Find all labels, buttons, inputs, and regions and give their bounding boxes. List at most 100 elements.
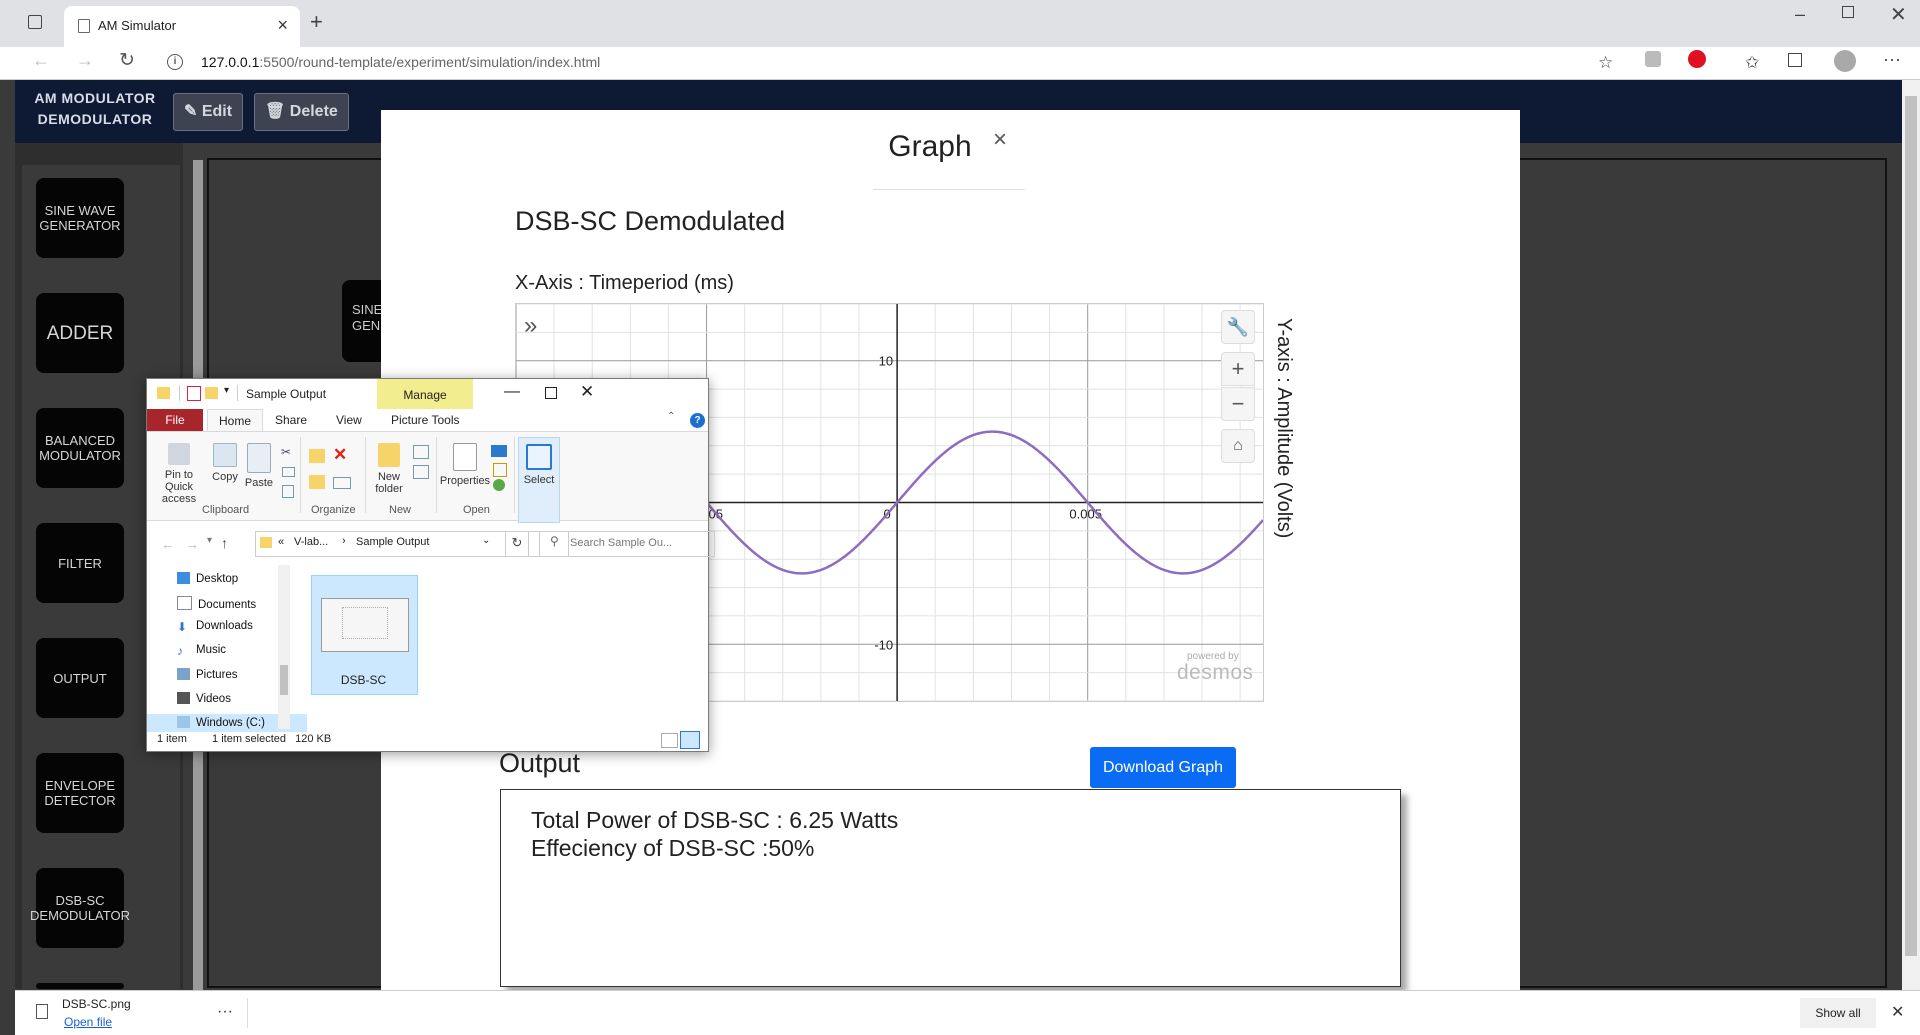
download-more-icon[interactable]: ··· <box>217 1003 233 1021</box>
profile-avatar[interactable] <box>1834 50 1856 72</box>
favorite-star-icon[interactable]: ☆ <box>1598 53 1613 73</box>
open-file-link[interactable]: Open file <box>64 1015 112 1029</box>
component-output[interactable]: OUTPUT <box>36 638 124 718</box>
drive-icon <box>177 716 190 728</box>
favorites-icon[interactable]: ✩ <box>1745 53 1759 73</box>
zoom-in-icon[interactable]: + <box>1221 352 1255 386</box>
download-file-name[interactable]: DSB-SC.png <box>62 997 131 1011</box>
close-window-icon[interactable]: ✕ <box>1890 2 1907 27</box>
move-to-icon[interactable] <box>309 449 325 463</box>
component-partial[interactable] <box>36 983 124 989</box>
ex-close-icon[interactable]: ✕ <box>580 382 594 402</box>
large-icons-view-icon[interactable] <box>680 731 700 749</box>
new-folder-button[interactable]: New folder <box>369 443 409 495</box>
home-icon[interactable]: ⌂ <box>1221 429 1255 463</box>
tab-home[interactable]: Home <box>207 409 263 432</box>
tree-music[interactable]: ♪ Music <box>177 644 226 658</box>
tree-desktop[interactable]: Desktop <box>177 572 238 585</box>
component-filter[interactable]: FILTER <box>36 523 124 603</box>
extension-icon[interactable] <box>1645 51 1661 67</box>
details-view-icon[interactable] <box>661 733 678 748</box>
delete-icon[interactable]: ✕ <box>333 445 347 465</box>
maximize-icon[interactable] <box>1842 6 1854 18</box>
ex-maximize-icon[interactable] <box>545 387 557 399</box>
page-scrollbar-thumb[interactable] <box>1905 96 1917 956</box>
wrench-icon[interactable]: 🔧 <box>1221 310 1255 344</box>
copy-to-icon[interactable] <box>309 475 325 489</box>
app-brand: AM MODULATOR DEMODULATOR <box>34 90 156 127</box>
cut-icon[interactable]: ✂ <box>281 445 291 459</box>
forward-icon[interactable]: → <box>76 50 94 71</box>
edit-button[interactable]: ✎ Edit <box>173 93 244 131</box>
component-balanced-modulator[interactable]: BALANCED MODULATOR <box>36 408 124 488</box>
recent-locations-icon[interactable]: ▾ <box>207 535 212 546</box>
file-name: DSB-SC <box>340 673 387 687</box>
tree-documents[interactable]: Documents <box>177 596 256 611</box>
component-adder[interactable]: ADDER <box>36 293 124 373</box>
copy-path-icon[interactable] <box>282 467 295 477</box>
up-icon[interactable]: ↑ <box>221 535 228 551</box>
zoom-out-icon[interactable]: − <box>1221 387 1255 421</box>
show-all-button[interactable]: Show all <box>1800 998 1876 1028</box>
tab-actions-icon[interactable] <box>28 15 42 29</box>
tab-view[interactable]: View <box>336 409 362 431</box>
customize-toolbar-icon[interactable]: ▾ <box>224 385 229 396</box>
new-tab-icon[interactable]: + <box>310 9 323 35</box>
edit-file-icon[interactable] <box>493 463 507 477</box>
output-heading: Output <box>499 748 581 778</box>
open-icon[interactable] <box>491 445 507 457</box>
rename-icon[interactable] <box>333 477 351 489</box>
ex-refresh-icon[interactable]: ↻ <box>505 531 529 557</box>
ex-forward-icon[interactable]: → <box>185 536 199 552</box>
thumbnail-graph-image <box>342 607 388 639</box>
tree-videos[interactable]: Videos <box>177 692 231 705</box>
paste-shortcut-icon[interactable] <box>282 485 294 498</box>
component-envelope-detector[interactable]: ENVELOPE DETECTOR <box>36 753 124 833</box>
paste-button[interactable]: Paste <box>243 443 275 489</box>
copy-button[interactable]: Copy <box>209 443 241 483</box>
close-download-bar-icon[interactable]: ✕ <box>1891 1002 1904 1022</box>
back-icon[interactable]: ← <box>32 50 50 71</box>
new-item-icon[interactable] <box>413 445 429 459</box>
tree-pictures[interactable]: Pictures <box>177 668 238 681</box>
url-bar[interactable]: i 127.0.0.1:5500/round-template/experime… <box>155 50 1615 76</box>
more-menu-icon[interactable]: ··· <box>1883 49 1901 70</box>
reload-icon[interactable]: ↻ <box>119 49 135 72</box>
group-clipboard: Clipboard <box>202 504 250 516</box>
tab-share[interactable]: Share <box>275 409 307 431</box>
expand-expressions-icon[interactable]: » <box>524 312 537 340</box>
path-segment-vlab[interactable]: V-lab... <box>294 536 328 548</box>
properties-quick-icon[interactable] <box>187 386 201 401</box>
modal-close-button[interactable]: × <box>993 126 1007 154</box>
component-dsb-sc-demodulator[interactable]: DSB-SC DEMODULATOR <box>30 868 130 948</box>
ex-minimize-icon[interactable]: — <box>504 383 520 401</box>
tab-picture-tools[interactable]: Picture Tools <box>391 409 459 431</box>
browser-tab[interactable]: AM Simulator × <box>64 6 300 47</box>
minimize-icon[interactable]: – <box>1795 4 1805 25</box>
tree-scrollbar[interactable] <box>278 565 290 729</box>
easy-access-icon[interactable] <box>413 465 429 479</box>
site-info-icon[interactable]: i <box>167 54 183 70</box>
download-graph-button[interactable]: Download Graph <box>1090 747 1236 788</box>
tree-scrollbar-thumb[interactable] <box>280 665 288 695</box>
select-button[interactable]: Select <box>518 437 560 523</box>
page-scrollbar[interactable] <box>1902 80 1920 990</box>
tab-file[interactable]: File <box>147 409 203 431</box>
ex-back-icon[interactable]: ← <box>161 536 175 552</box>
opera-icon[interactable] <box>1688 50 1706 68</box>
help-icon[interactable]: ? <box>690 413 705 428</box>
history-icon[interactable] <box>493 479 505 491</box>
delete-button[interactable]: 🗑 Delete <box>254 93 349 131</box>
tree-downloads[interactable]: ⬇ Downloads <box>177 620 253 634</box>
pin-quick-access-button[interactable]: Pin to Quick access <box>153 443 205 505</box>
properties-button[interactable]: Properties <box>437 443 493 487</box>
collections-icon[interactable] <box>1788 53 1802 67</box>
new-folder-quick-icon[interactable] <box>205 387 218 399</box>
collapse-ribbon-icon[interactable]: ⌃ <box>667 411 675 422</box>
explorer-search-input[interactable]: Search Sample Ou... <box>539 531 715 557</box>
manage-tab-header[interactable]: Manage <box>377 379 473 409</box>
component-sine-wave-generator[interactable]: SINE WAVE GENERATOR <box>36 178 124 258</box>
path-dropdown-icon[interactable]: ⌄ <box>482 535 490 546</box>
close-tab-icon[interactable]: × <box>277 15 288 36</box>
path-segment-sample-output[interactable]: Sample Output <box>356 536 429 548</box>
